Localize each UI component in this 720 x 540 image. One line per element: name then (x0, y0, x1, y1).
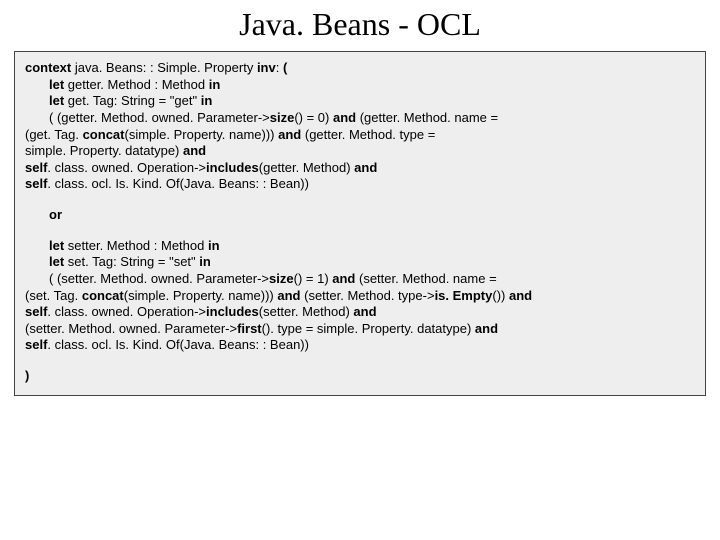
text: : (276, 60, 283, 75)
text: set. Tag: String = "set" (64, 254, 199, 269)
text: . class. owned. Operation-> (47, 304, 206, 319)
text: getter. Method : Method (64, 77, 209, 92)
text: (). type = simple. Property. datatype) (262, 321, 475, 336)
text: (getter. Method. name = (356, 110, 498, 125)
kw-and: and (354, 160, 377, 175)
text: (setter. Method. name = (355, 271, 496, 286)
text: get. Tag: String = "get" (64, 93, 201, 108)
code-line: self. class. owned. Operation->includes(… (25, 160, 695, 177)
text: . class. ocl. Is. Kind. Of(Java. Beans: … (47, 337, 309, 352)
code-line: self. class. owned. Operation->includes(… (25, 304, 695, 321)
kw-in: in (208, 238, 220, 253)
code-line: let set. Tag: String = "set" in (25, 254, 695, 271)
kw-or: or (25, 207, 695, 224)
kw-let: let (49, 93, 64, 108)
kw-in: in (199, 254, 211, 269)
slide: Java. Beans - OCL context java. Beans: :… (0, 0, 720, 540)
kw-and: and (332, 271, 355, 286)
kw-includes: includes (206, 160, 259, 175)
kw-inv: inv (257, 60, 276, 75)
getter-block: context java. Beans: : Simple. Property … (25, 60, 695, 193)
setter-block: let setter. Method : Method in let set. … (25, 238, 695, 354)
paren: ) (25, 368, 29, 383)
text: (setter. Method. owned. Parameter-> (25, 321, 237, 336)
kw-and: and (277, 288, 300, 303)
text: (getter. Method. type = (301, 127, 435, 142)
code-line: let getter. Method : Method in (25, 77, 695, 94)
text: (setter. Method) (259, 304, 354, 319)
closing-paren: ) (25, 368, 695, 385)
text: . class. ocl. Is. Kind. Of(Java. Beans: … (47, 176, 309, 191)
code-line: let setter. Method : Method in (25, 238, 695, 255)
kw-first: first (237, 321, 262, 336)
code-line: ( (getter. Method. owned. Parameter->siz… (25, 110, 695, 127)
text: setter. Method : Method (64, 238, 208, 253)
paren: ( (283, 60, 287, 75)
kw-and: and (475, 321, 498, 336)
text: (setter. Method. type-> (301, 288, 435, 303)
text: . class. owned. Operation-> (47, 160, 206, 175)
code-line: (set. Tag. concat(simple. Property. name… (25, 288, 695, 305)
kw-and: and (353, 304, 376, 319)
slide-title: Java. Beans - OCL (0, 0, 720, 51)
text: ( (getter. Method. owned. Parameter-> (49, 110, 270, 125)
code-line: let get. Tag: String = "get" in (25, 93, 695, 110)
kw-in: in (201, 93, 213, 108)
text: (getter. Method) (259, 160, 354, 175)
text: (set. Tag. (25, 288, 82, 303)
ocl-content: context java. Beans: : Simple. Property … (14, 51, 706, 396)
code-line: self. class. ocl. Is. Kind. Of(Java. Bea… (25, 337, 695, 354)
kw-and: and (509, 288, 532, 303)
kw-concat: concat (83, 127, 125, 142)
kw-self: self (25, 160, 47, 175)
kw-context: context (25, 60, 71, 75)
kw-size: size (269, 271, 294, 286)
kw-let: let (49, 238, 64, 253)
kw-self: self (25, 176, 47, 191)
kw-self: self (25, 337, 47, 352)
text: (get. Tag. (25, 127, 83, 142)
text: () = 0) (294, 110, 333, 125)
code-line: self. class. ocl. Is. Kind. Of(Java. Bea… (25, 176, 695, 193)
text: simple. Property. datatype) (25, 143, 183, 158)
text: java. Beans: : Simple. Property (71, 60, 257, 75)
text: ()) (492, 288, 509, 303)
kw-in: in (209, 77, 221, 92)
code-line: context java. Beans: : Simple. Property … (25, 60, 695, 77)
text: () = 1) (294, 271, 333, 286)
code-line: (setter. Method. owned. Parameter->first… (25, 321, 695, 338)
kw-let: let (49, 254, 64, 269)
kw-includes: includes (206, 304, 259, 319)
text: ( (setter. Method. owned. Parameter-> (49, 271, 269, 286)
code-line: (get. Tag. concat(simple. Property. name… (25, 127, 695, 144)
kw-concat: concat (82, 288, 124, 303)
kw-and: and (278, 127, 301, 142)
kw-let: let (49, 77, 64, 92)
text: (simple. Property. name))) (124, 127, 278, 142)
code-line: ( (setter. Method. owned. Parameter->siz… (25, 271, 695, 288)
text: (simple. Property. name))) (124, 288, 278, 303)
kw-isempty: is. Empty (435, 288, 493, 303)
kw-size: size (270, 110, 295, 125)
kw-and: and (333, 110, 356, 125)
kw-self: self (25, 304, 47, 319)
code-line: simple. Property. datatype) and (25, 143, 695, 160)
kw-and: and (183, 143, 206, 158)
